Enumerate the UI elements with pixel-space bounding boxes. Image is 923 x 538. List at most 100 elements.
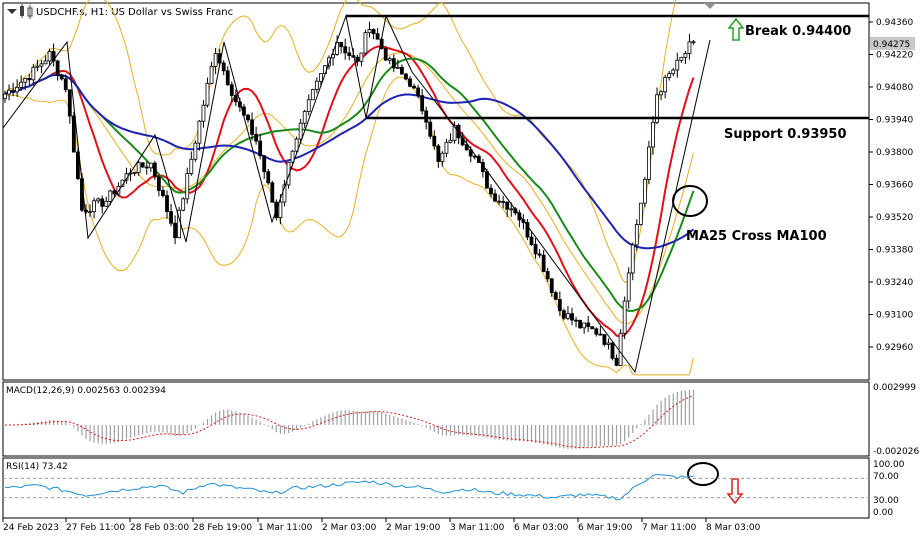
candle-body xyxy=(185,173,190,200)
candle-body xyxy=(193,142,198,160)
bollinger-middle xyxy=(4,52,694,325)
candle-body xyxy=(578,319,582,329)
symbol-header: USDCHF.s, H1: US Dollar vs Swiss Franc xyxy=(7,4,233,19)
price-tick-label: 0.93800 xyxy=(876,148,913,158)
candle-body xyxy=(233,95,238,103)
time-tick-label: 1 Mar 11:00 xyxy=(258,523,313,533)
arrow-up-icon xyxy=(727,17,745,41)
candle-body xyxy=(140,162,145,168)
candle-body xyxy=(270,182,275,203)
candle-body xyxy=(618,332,623,366)
candle-body xyxy=(448,139,453,143)
trading-chart: USDCHF.s, H1: US Dollar vs Swiss Franc 0… xyxy=(2,0,919,533)
candle-body xyxy=(687,41,692,54)
candle-body xyxy=(7,89,11,95)
candle-body xyxy=(553,292,558,300)
candle-body xyxy=(602,334,607,345)
rsi-tick-70: 70.00 xyxy=(873,472,899,482)
candle-body xyxy=(205,82,210,106)
symbol-title: USDCHF.s, H1: US Dollar vs Swiss Franc xyxy=(36,7,233,18)
candle-body xyxy=(258,140,263,157)
candle-body xyxy=(647,146,651,180)
time-tick-label: 2 Mar 19:00 xyxy=(386,523,441,533)
price-tick-label: 0.94220 xyxy=(876,51,913,61)
candle-body xyxy=(590,326,595,330)
candle-body xyxy=(399,66,404,75)
candle-body xyxy=(420,95,425,112)
candle-body xyxy=(225,70,230,86)
candle-body xyxy=(594,328,599,335)
candle-body xyxy=(626,272,631,302)
candle-body xyxy=(634,224,639,246)
price-tick-label: 0.93660 xyxy=(876,181,913,191)
candle-body xyxy=(92,200,96,213)
candle-body xyxy=(144,166,149,169)
candle-body xyxy=(161,190,165,196)
candle-body xyxy=(586,322,591,328)
candle-body xyxy=(229,84,234,96)
rsi-circle[interactable] xyxy=(687,462,719,486)
current-price-tag: 0.94275 xyxy=(870,37,915,50)
candle-body xyxy=(582,322,587,329)
candle-body xyxy=(683,52,688,58)
candle-body xyxy=(436,145,441,162)
candle-body xyxy=(598,333,603,336)
candle-body xyxy=(112,190,117,195)
candle-body xyxy=(529,236,534,245)
candle-body xyxy=(108,190,113,202)
candle-body xyxy=(428,121,433,137)
candle-body xyxy=(562,310,566,319)
candle-body xyxy=(610,342,615,359)
time-tick-label: 2 Mar 03:00 xyxy=(322,523,377,533)
candle-body xyxy=(298,122,303,140)
candle-body xyxy=(363,32,368,54)
rsi-pane-frame xyxy=(2,457,870,519)
candle-body xyxy=(679,56,684,61)
candle-body xyxy=(96,198,101,202)
time-tick-label: 28 Feb 03:00 xyxy=(130,523,189,533)
candle-body xyxy=(246,114,250,121)
rsi-tick-0: 0.00 xyxy=(873,508,893,518)
candle-body xyxy=(570,313,574,321)
candle-body xyxy=(671,69,676,75)
candle-body xyxy=(39,63,44,67)
candle-body xyxy=(59,74,64,80)
candle-body xyxy=(375,33,380,40)
candle-body xyxy=(541,254,546,272)
candle-body xyxy=(630,244,635,274)
candle-body xyxy=(367,29,372,34)
candle-body xyxy=(156,176,161,191)
price-tick-label: 0.92960 xyxy=(876,343,913,353)
candle-body xyxy=(100,198,105,207)
candle-body xyxy=(566,313,570,319)
candle-body xyxy=(440,152,445,162)
candle-body xyxy=(614,357,619,366)
candle-body xyxy=(501,201,506,203)
candle-body xyxy=(359,52,364,62)
candle-body xyxy=(278,201,283,219)
candle-body xyxy=(262,155,267,173)
price-tick-label: 0.93240 xyxy=(876,278,913,288)
candle-body xyxy=(667,73,672,78)
macd-tick-top: 0.002999 xyxy=(873,383,916,393)
candle-body xyxy=(424,110,429,123)
shift-marker-icon[interactable] xyxy=(704,3,716,9)
candle-body xyxy=(250,119,254,135)
candle-body xyxy=(132,172,137,175)
dropdown-triangle-icon[interactable] xyxy=(7,9,17,14)
rsi-line xyxy=(4,473,694,501)
candle-body xyxy=(169,211,173,224)
candle-body xyxy=(71,115,76,153)
candle-body xyxy=(31,66,36,81)
candle-body xyxy=(444,141,449,154)
time-tick-label: 8 Mar 03:00 xyxy=(706,523,761,533)
candle-body xyxy=(148,162,153,169)
time-tick-label: 28 Feb 19:00 xyxy=(193,523,252,533)
candle-body xyxy=(266,171,271,184)
time-tick-label: 3 Mar 11:00 xyxy=(450,523,505,533)
cross-label: MA25 Cross MA100 xyxy=(686,229,827,244)
candle-body xyxy=(35,65,40,68)
time-tick-label: 7 Mar 11:00 xyxy=(642,523,697,533)
candle-body xyxy=(15,86,20,93)
candle-body xyxy=(3,93,7,100)
